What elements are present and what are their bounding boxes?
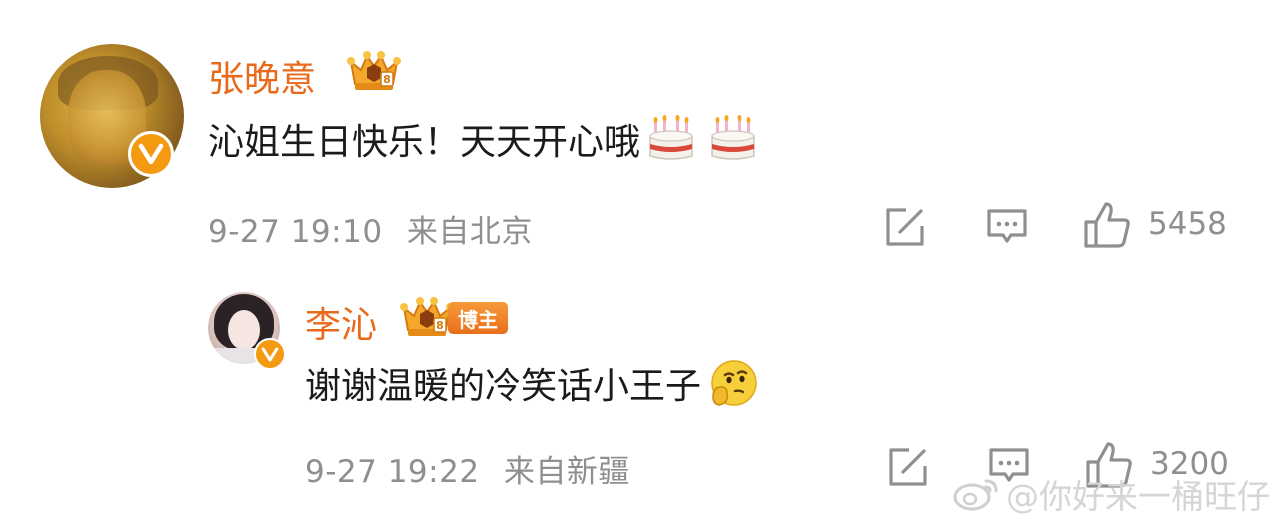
like-icon[interactable] [1082, 200, 1132, 250]
comment-location: 来自北京 [406, 214, 533, 250]
reply-location: 来自新疆 [503, 454, 630, 490]
avatar-art-face [228, 310, 260, 350]
birthday-cake-icon [711, 115, 755, 160]
blogger-badge: 博主 [448, 302, 508, 334]
like-count: 5458 [1148, 206, 1227, 242]
comment-date: 9-27 19:10 [208, 214, 383, 250]
comment-meta: 9-27 19:10 来自北京 [208, 206, 533, 251]
birthday-cake-icon [649, 115, 693, 160]
weibo-logo-icon [953, 479, 998, 511]
reply-text: 谢谢温暖的冷笑话小王子 [305, 366, 702, 407]
commenter-username[interactable]: 张晚意 [208, 50, 316, 102]
reply-date: 9-27 19:22 [305, 454, 480, 490]
comment-icon[interactable] [985, 207, 1029, 247]
verified-badge-icon [128, 131, 174, 177]
comment-content: 沁姐生日快乐！天天开心哦 [208, 114, 758, 164]
comment-text: 沁姐生日快乐！天天开心哦 [208, 122, 641, 163]
share-icon[interactable] [884, 206, 926, 248]
reply-meta: 9-27 19:22 来自新疆 [305, 446, 630, 491]
replier-username[interactable]: 李沁 [305, 296, 377, 348]
crown-level-icon: 8 [347, 51, 401, 90]
watermark-text: @你好来一桶旺仔 [1006, 477, 1270, 516]
svg-text:8: 8 [383, 73, 391, 86]
verified-badge-icon [254, 338, 286, 370]
share-icon[interactable] [887, 446, 929, 488]
svg-text:8: 8 [436, 319, 444, 332]
reply-content: 谢谢温暖的冷笑话小王子 [305, 358, 759, 408]
weibo-watermark: @你好来一桶旺仔 [952, 470, 1270, 518]
thinking-face-icon [711, 360, 757, 406]
